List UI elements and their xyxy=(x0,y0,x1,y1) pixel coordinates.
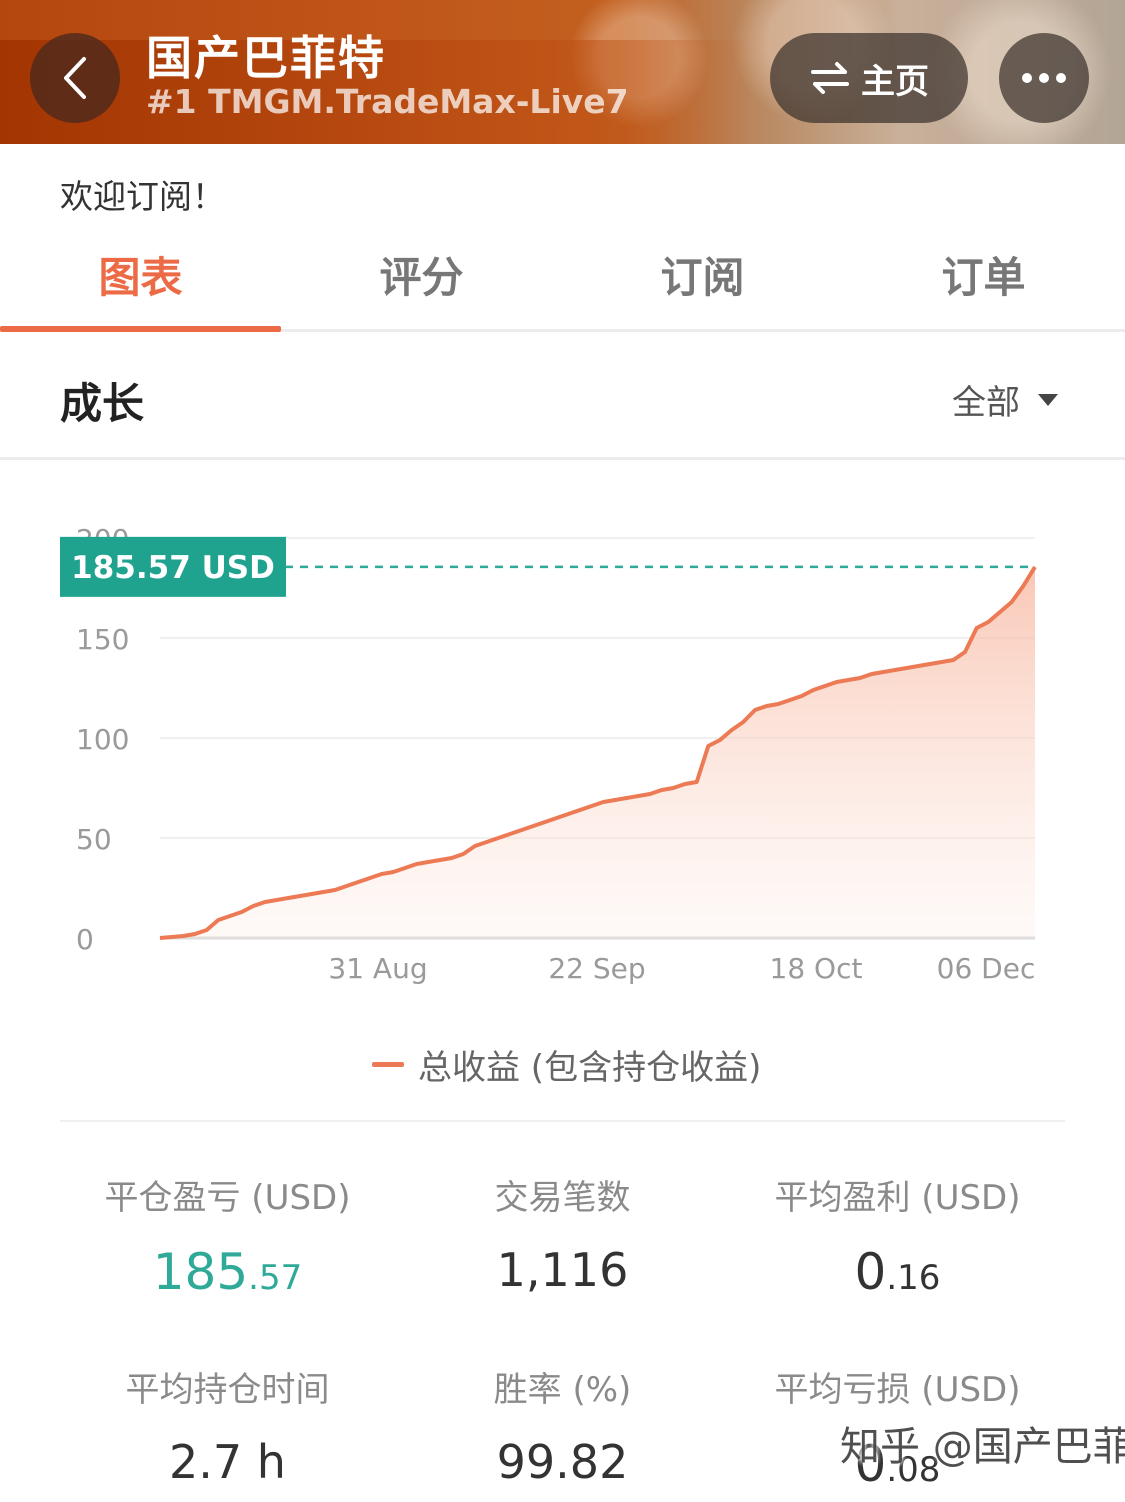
growth-chart: 05010015020031 Aug22 Sep18 Oct06 Dec185.… xyxy=(0,460,1125,1020)
legend-label: 总收益 (包含持仓收益) xyxy=(418,1048,762,1088)
stat-value: 185.57 xyxy=(152,1243,303,1301)
ellipsis-icon xyxy=(1022,73,1066,83)
stat-value: 1,116 xyxy=(496,1243,629,1297)
swap-arrows-icon xyxy=(811,62,849,94)
y-tick-label: 50 xyxy=(76,823,112,856)
x-tick-label: 06 Dec xyxy=(937,952,1036,985)
page-title: 国产巴菲特 xyxy=(146,31,386,85)
caret-down-icon xyxy=(1038,393,1058,406)
home-button[interactable]: 主页 xyxy=(770,33,968,123)
series-area xyxy=(160,566,1035,938)
back-button[interactable] xyxy=(30,33,120,123)
growth-chart-svg: 05010015020031 Aug22 Sep18 Oct06 Dec185.… xyxy=(60,523,1037,985)
stat-label: 平均持仓时间 xyxy=(125,1370,330,1410)
x-tick-label: 22 Sep xyxy=(548,952,645,985)
x-tick-label: 31 Aug xyxy=(328,952,427,985)
stat-value: 99.82 xyxy=(496,1435,629,1489)
legend-swatch xyxy=(372,1062,404,1067)
legend-divider xyxy=(60,1120,1065,1122)
tab-orders[interactable]: 订单 xyxy=(843,244,1124,305)
current-value-label: 185.57 USD xyxy=(71,550,275,586)
stat-label: 交易笔数 xyxy=(494,1178,631,1218)
stat-closed-pnl: 平仓盈亏 (USD) 185.57 xyxy=(60,1170,395,1301)
x-tick-label: 18 Oct xyxy=(770,952,863,985)
account-subtitle: #1 TMGM.TradeMax-Live7 xyxy=(146,82,629,121)
top-header: 国产巴菲特 #1 TMGM.TradeMax-Live7 主页 xyxy=(0,0,1125,144)
stat-win-rate: 胜率 (%) 99.82 xyxy=(395,1362,730,1489)
active-tab-indicator xyxy=(0,326,281,332)
tab-bar: 图表 评分 订阅 订单 xyxy=(0,226,1125,332)
y-tick-label: 100 xyxy=(76,723,129,756)
stat-trade-count: 交易笔数 1,116 xyxy=(395,1170,730,1297)
home-button-label: 主页 xyxy=(861,61,929,102)
stat-avg-profit: 平均盈利 (USD) 0.16 xyxy=(730,1170,1065,1301)
stat-label: 平均盈利 (USD) xyxy=(774,1178,1021,1218)
range-dropdown-label: 全部 xyxy=(952,383,1020,423)
section-title: 成长 xyxy=(60,379,145,428)
watermark: 知乎 @国产巴菲特 xyxy=(840,1424,1125,1470)
more-button[interactable] xyxy=(999,33,1089,123)
range-dropdown[interactable]: 全部 xyxy=(952,375,1060,424)
stat-label: 胜率 (%) xyxy=(493,1370,632,1410)
stat-value: 0.16 xyxy=(854,1243,941,1301)
y-tick-label: 0 xyxy=(76,923,94,956)
chevron-left-icon xyxy=(64,57,86,99)
tab-chart[interactable]: 图表 xyxy=(0,244,281,305)
stat-label: 平仓盈亏 (USD) xyxy=(104,1178,351,1218)
stat-avg-hold-time: 平均持仓时间 2.7 h xyxy=(60,1362,395,1489)
stat-label: 平均亏损 (USD) xyxy=(774,1370,1021,1410)
y-tick-label: 150 xyxy=(76,623,129,656)
welcome-message: 欢迎订阅！ xyxy=(60,177,225,216)
tab-rating[interactable]: 评分 xyxy=(281,244,562,305)
chart-legend: 总收益 (包含持仓收益) xyxy=(372,1040,761,1089)
stat-value: 2.7 h xyxy=(169,1435,286,1489)
tab-subscribe[interactable]: 订阅 xyxy=(562,244,843,305)
